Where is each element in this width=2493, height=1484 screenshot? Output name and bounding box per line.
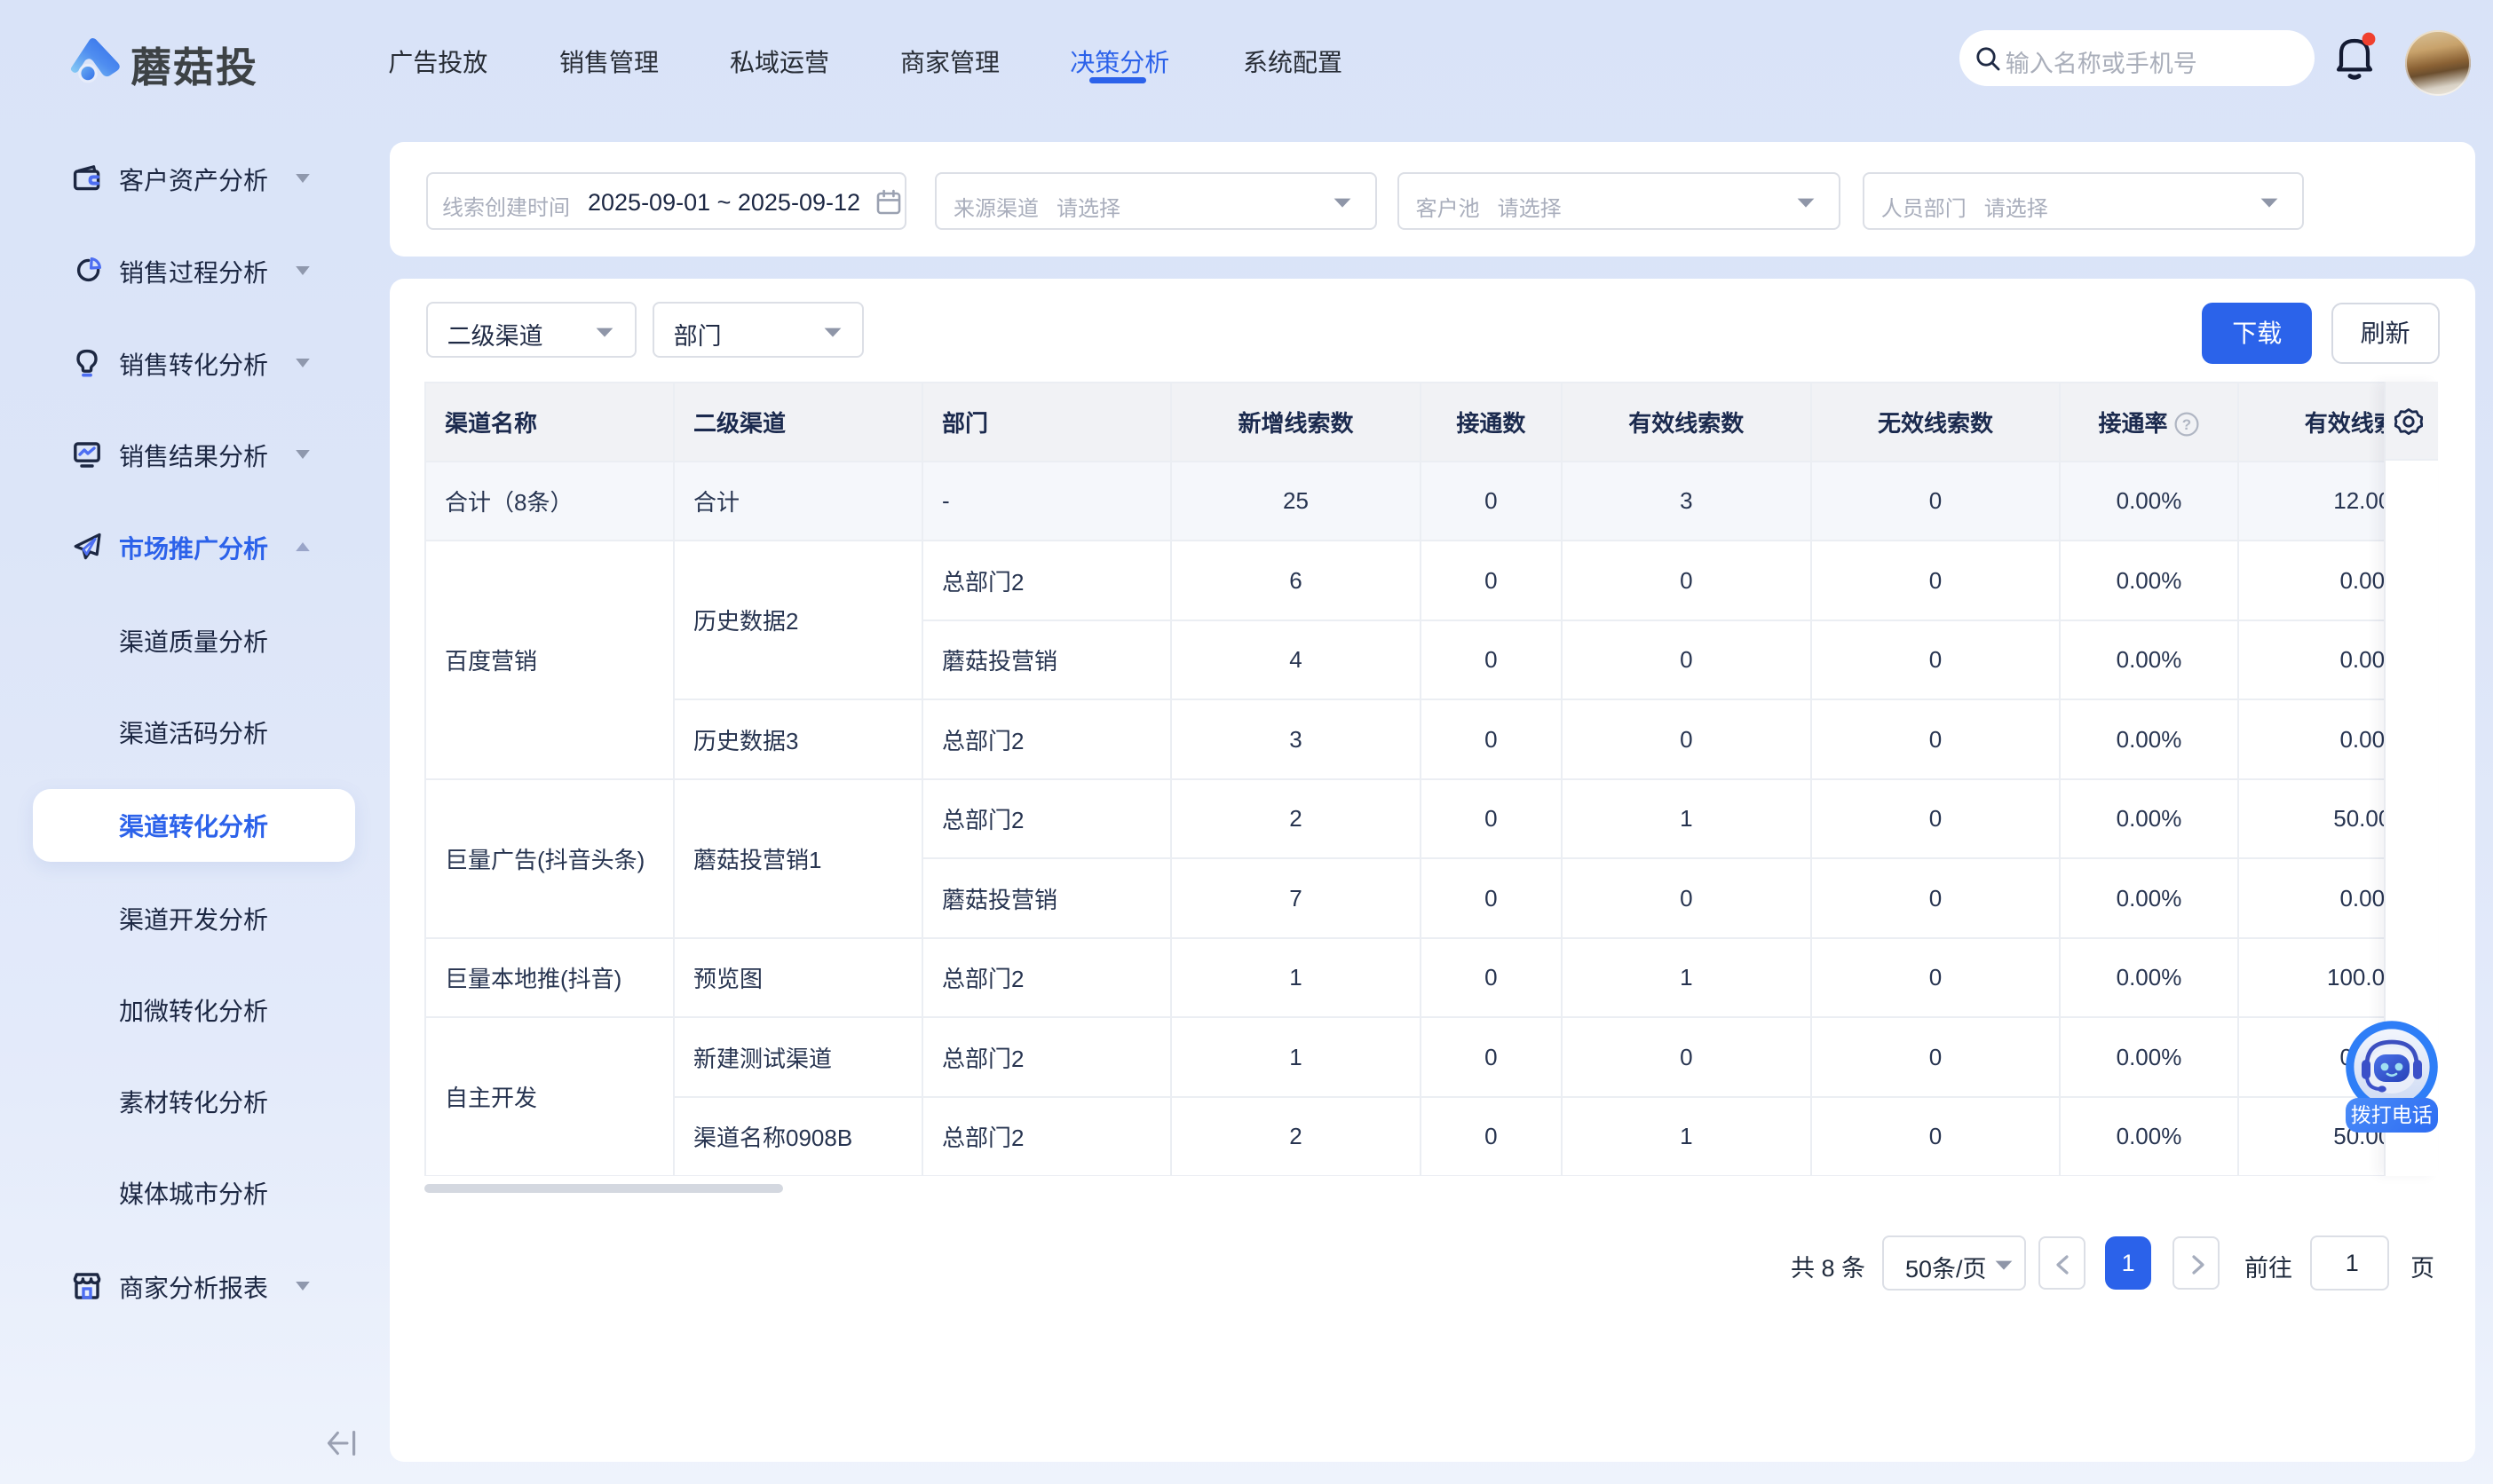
svg-text:?: ? [2182,416,2191,433]
